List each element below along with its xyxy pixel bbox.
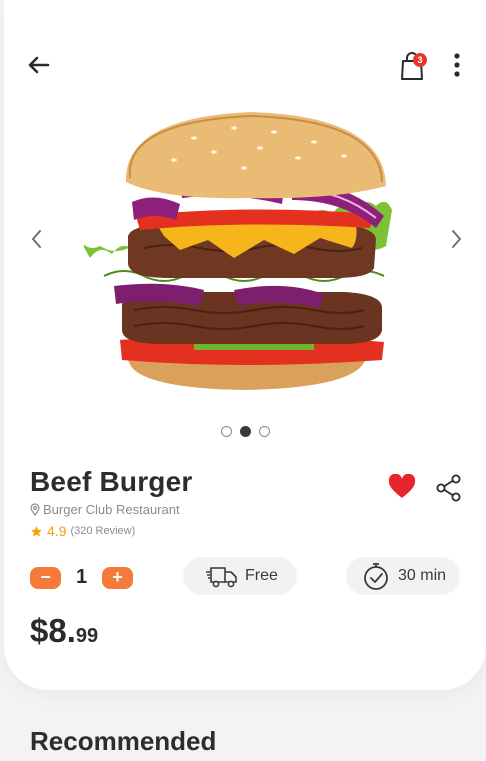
restaurant-label: Burger Club Restaurant (43, 502, 180, 517)
delivery-label: Free (245, 567, 278, 584)
carousel-next-button[interactable] (447, 228, 465, 250)
chevron-left-icon (32, 230, 41, 248)
share-icon (436, 474, 461, 502)
vertical-dots-icon (454, 53, 460, 77)
cart-button[interactable]: 3 (398, 50, 428, 82)
review-count: (320 Review) (70, 525, 136, 537)
chevron-right-icon (452, 230, 461, 248)
carousel-indicator (219, 426, 271, 438)
stopwatch-icon (364, 563, 388, 590)
price: $8.99 (30, 612, 98, 650)
more-options-button[interactable] (450, 50, 464, 82)
carousel-dot[interactable] (259, 426, 270, 437)
top-bar: 3 (0, 42, 486, 86)
increase-quantity-button[interactable]: + (102, 567, 133, 589)
rating-score: 4.9 (47, 523, 67, 539)
back-button[interactable] (26, 52, 52, 78)
price-main: $8. (30, 612, 76, 649)
delivery-truck-icon (206, 567, 237, 588)
carousel-dot-active[interactable] (240, 426, 251, 437)
rating: 4.9 (320 Review) (30, 523, 135, 539)
carousel-dot[interactable] (221, 426, 232, 437)
burger-photo (84, 112, 392, 390)
image-carousel (0, 100, 486, 400)
product-title: Beef Burger (30, 466, 193, 497)
delivery-time-label: 30 min (398, 567, 447, 584)
recommended-heading: Recommended (30, 726, 217, 756)
quantity-value: 1 (75, 566, 88, 588)
favorite-button[interactable] (388, 473, 416, 500)
decrease-quantity-button[interactable]: − (30, 567, 61, 589)
arrow-left-icon (28, 56, 50, 74)
share-button[interactable] (436, 474, 462, 502)
price-cents: 99 (75, 625, 99, 647)
delivery-badge: Free (183, 557, 297, 595)
heart-icon (388, 473, 416, 498)
cart-badge: 3 (413, 53, 427, 67)
star-icon (31, 525, 42, 537)
quantity-stepper: − 1 + (30, 564, 134, 590)
restaurant-name: Burger Club Restaurant (30, 502, 180, 517)
carousel-prev-button[interactable] (28, 228, 46, 250)
location-pin-icon (30, 503, 40, 516)
delivery-time-badge: 30 min (346, 557, 460, 595)
